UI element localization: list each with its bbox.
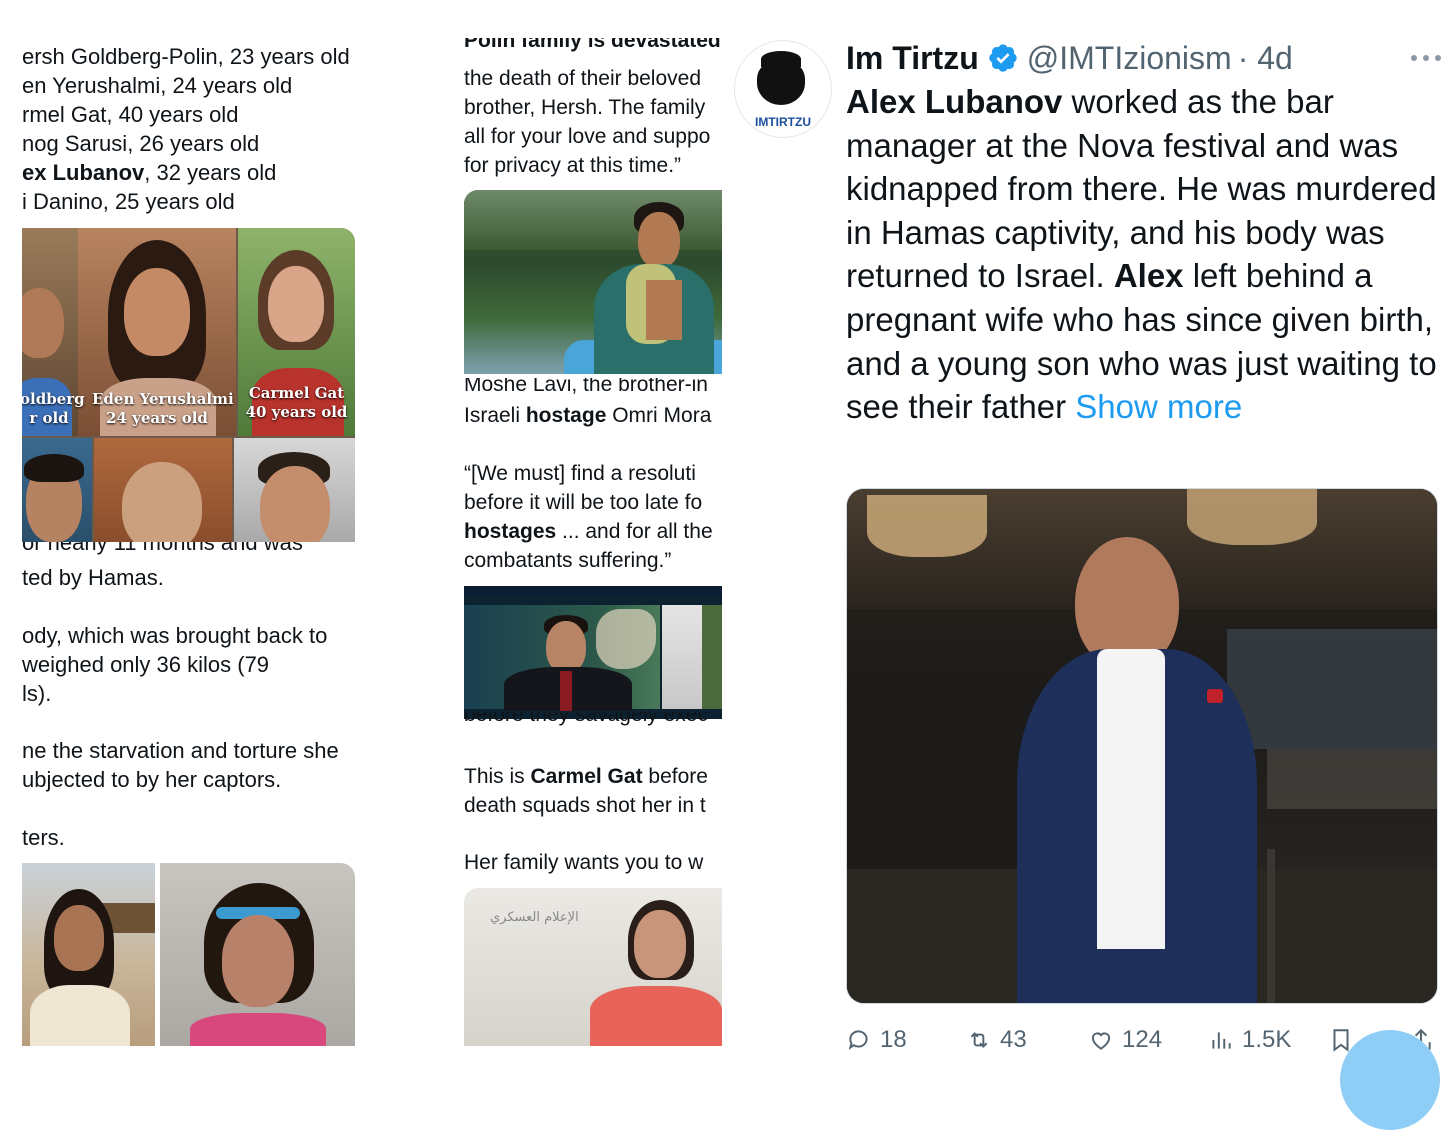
repost-icon	[970, 1032, 988, 1048]
reply-icon	[848, 1030, 868, 1050]
quote-paragraph: “[We must] find a resoluti before it wil…	[464, 462, 713, 572]
list-item: nog Sarusi, 26 years old	[22, 131, 260, 156]
paragraph: the death of their beloved brother, Hers…	[464, 67, 711, 177]
show-more-link[interactable]: Show more	[1075, 388, 1242, 425]
list-item: i Danino, 25 years old	[22, 189, 235, 214]
hostage-photo-collage[interactable]: oldberg r old Eden Yerushalmi 24 years old…	[22, 228, 355, 542]
repost-button[interactable]: 43	[966, 1024, 1027, 1056]
verified-badge-icon	[987, 42, 1019, 74]
analytics-icon	[1212, 1032, 1231, 1049]
more-horizontal-icon[interactable]	[1408, 46, 1444, 70]
avatar-label: IMTIRTZU	[755, 115, 811, 129]
cut-text-line: Polin family is devastated	[464, 38, 721, 52]
reply-button[interactable]: 18	[846, 1024, 907, 1056]
paragraph: Israeli hostage Omri Mora	[464, 404, 712, 427]
collage-caption: oldberg r old	[22, 390, 85, 427]
list-item: ex Lubanov, 32 years old	[22, 160, 277, 185]
cut-text-line: Moshe Lavi, the brother-in	[464, 378, 708, 396]
avatar[interactable]: IMTIRTZU	[734, 40, 832, 138]
paragraph: Her family wants you to w	[464, 851, 704, 874]
collage-caption: Carmel Gat 40 years old	[245, 384, 348, 421]
author-handle[interactable]: @IMTIzionism	[1027, 40, 1232, 77]
left-article-column: ersh Goldberg-Polin, 23 years old en Yer…	[0, 0, 410, 1092]
paragraph: ters.	[22, 825, 65, 850]
views-button[interactable]: 1.5K	[1208, 1024, 1291, 1056]
list-item: ersh Goldberg-Polin, 23 years old	[22, 44, 350, 69]
tweet-header: Im Tirtzu @IMTIzionism · 4d	[846, 38, 1293, 78]
cut-text-line: before they savagely exec	[464, 712, 708, 726]
list-item: en Yerushalmi, 24 years old	[22, 73, 293, 98]
paragraph: ted by Hamas.	[22, 565, 164, 590]
tweet[interactable]: IMTIRTZU Im Tirtzu @IMTIzionism · 4d Ale…	[730, 0, 1456, 1130]
middle-article-column: Polin family is devastated the death of …	[464, 0, 722, 1092]
tweet-body: Alex Lubanov worked as the bar manager a…	[846, 83, 1437, 426]
paragraph: This is Carmel Gat before death squads s…	[464, 765, 708, 817]
hostage-list: ersh Goldberg-Polin, 23 years old en Yer…	[22, 42, 350, 216]
hersh-photo[interactable]	[464, 190, 722, 374]
author-name[interactable]: Im Tirtzu	[846, 40, 979, 77]
news-video-still[interactable]	[464, 586, 722, 719]
paragraph: ne the starvation and torture she ubject…	[22, 738, 339, 792]
list-item: rmel Gat, 40 years old	[22, 102, 239, 127]
heart-icon	[1091, 1032, 1111, 1050]
tweet-photo[interactable]	[846, 488, 1438, 1004]
carmel-gat-video-still[interactable]: الإعلام العسكري	[464, 888, 722, 1046]
paragraph: ody, which was brought back to weighed o…	[22, 623, 328, 706]
compose-fab[interactable]	[1340, 1030, 1440, 1130]
cut-text-line: or nearly 11 months and was	[22, 542, 303, 555]
tweet-time[interactable]: · 4d	[1238, 40, 1293, 77]
like-button[interactable]: 124	[1088, 1024, 1162, 1056]
collage-caption: Eden Yerushalmi 24 years old	[92, 390, 234, 427]
hamas-media-logo: الإعلام العسكري	[490, 910, 579, 925]
hostage-photos-pair[interactable]	[22, 863, 355, 1046]
